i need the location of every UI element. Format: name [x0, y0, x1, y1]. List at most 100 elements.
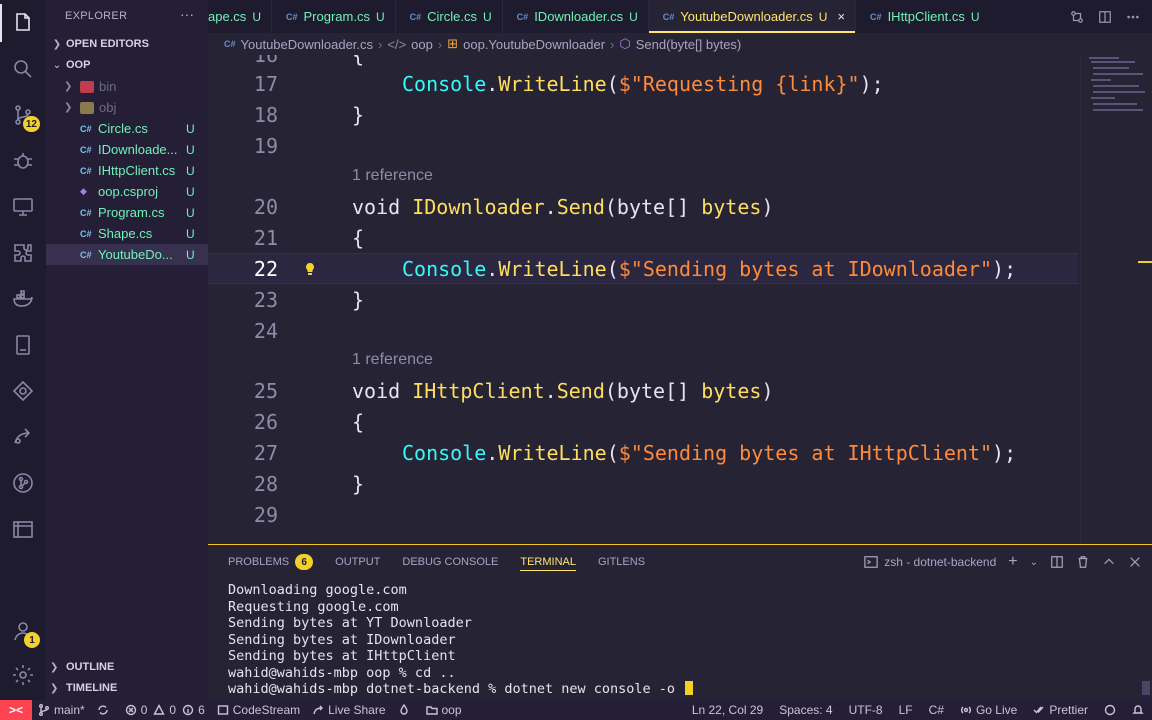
notebook-icon[interactable]	[0, 322, 46, 368]
problems-badge: 6	[295, 554, 314, 570]
tab-output[interactable]: OUTPUT	[335, 545, 380, 579]
live-share-icon[interactable]	[0, 414, 46, 460]
terminal-output[interactable]: Downloading google.com Requesting google…	[228, 582, 694, 698]
csproj-file-icon: ◆	[80, 186, 87, 196]
accounts-icon[interactable]: 1	[0, 608, 46, 654]
maximize-panel-icon[interactable]	[1102, 555, 1116, 569]
sync-button[interactable]	[97, 704, 113, 716]
tree-item-label: Circle.cs	[98, 121, 148, 136]
tree-item-circle[interactable]: C# Circle.cs U	[46, 118, 208, 139]
bell-icon[interactable]	[1132, 704, 1144, 716]
tree-item-youtubedownloader[interactable]: C# YoutubeDo... U	[46, 244, 208, 265]
breadcrumb-namespace[interactable]: oop	[411, 37, 433, 52]
close-icon[interactable]	[1128, 555, 1142, 569]
git-branch-icon	[39, 704, 49, 716]
outline-section[interactable]: ❯ OUTLINE	[50, 657, 114, 677]
codestream-button[interactable]: CodeStream	[217, 703, 300, 717]
breadcrumb-file[interactable]: YoutubeDownloader.cs	[241, 37, 374, 52]
terminal-selector[interactable]: zsh - dotnet-backend	[864, 555, 996, 569]
settings-gear-icon[interactable]	[0, 652, 46, 698]
line-ending[interactable]: LF	[899, 703, 913, 717]
codelens-reference[interactable]: 1 reference	[352, 167, 433, 185]
docker-icon[interactable]	[0, 276, 46, 322]
close-tab-icon[interactable]: ×	[837, 9, 845, 24]
terminal-line: Requesting google.com	[228, 598, 399, 615]
tree-item-idownloader[interactable]: C# IDownloade... U	[46, 139, 208, 160]
tab-gitlens[interactable]: GITLENS	[598, 545, 645, 579]
remote-indicator[interactable]: ><	[0, 700, 32, 720]
trash-icon[interactable]	[1076, 555, 1090, 569]
breadcrumb-class[interactable]: oop.YoutubeDownloader	[463, 37, 605, 52]
tab-shape[interactable]: ape.cs U	[208, 0, 272, 33]
terminal-input[interactable]: wahid@wahids-mbp dotnet-backend % dotnet…	[228, 681, 683, 697]
code-line: 20 void IDownloader.Send(byte[] bytes)	[208, 191, 1078, 222]
split-terminal-icon[interactable]	[1050, 555, 1064, 569]
csharp-file-icon: C#	[516, 11, 529, 22]
tab-problems[interactable]: PROBLEMS 6	[228, 545, 314, 579]
open-editors-section[interactable]: ❯ OPEN EDITORS	[50, 34, 149, 54]
breadcrumb-method[interactable]: Send(byte[] bytes)	[636, 37, 742, 52]
error-count: 0	[140, 703, 148, 717]
window-icon[interactable]	[0, 506, 46, 552]
tree-item-label: bin	[99, 79, 117, 94]
tab-youtubedownloader[interactable]: C# YoutubeDownloader.cs U ×	[648, 0, 857, 33]
tree-item-label: obj	[99, 100, 117, 115]
encoding[interactable]: UTF-8	[849, 703, 883, 717]
codelens-reference[interactable]: 1 reference	[352, 351, 433, 369]
git-graph-icon[interactable]	[0, 460, 46, 506]
split-editor-icon[interactable]	[1098, 10, 1112, 24]
chevron-down-icon[interactable]: ⌄	[1030, 557, 1038, 568]
feedback-icon[interactable]	[1104, 704, 1116, 716]
line-number: 27	[253, 440, 278, 465]
chevron-right-icon: ❯	[50, 661, 59, 673]
folder-root-oop[interactable]: ⌄ OOP	[50, 55, 91, 75]
flame-button[interactable]	[398, 704, 414, 716]
cursor-position[interactable]: Ln 22, Col 29	[692, 703, 763, 717]
terminal-scrollbar[interactable]	[1142, 681, 1150, 695]
code-line: 28 }	[208, 468, 1078, 499]
folder-icon	[425, 706, 438, 715]
extensions-icon[interactable]	[0, 230, 46, 276]
search-icon[interactable]	[0, 46, 46, 92]
compare-changes-icon[interactable]	[1070, 10, 1084, 24]
tree-item-csproj[interactable]: ◆ oop.csproj U	[46, 181, 208, 202]
more-actions-icon[interactable]	[1126, 10, 1140, 24]
debug-icon[interactable]	[0, 138, 46, 184]
code-line: 25 void IHttpClient.Send(byte[] bytes)	[208, 375, 1078, 406]
tree-item-obj[interactable]: ❯ obj	[46, 97, 208, 118]
code-line: 18 }	[208, 99, 1078, 130]
indentation[interactable]: Spaces: 4	[779, 703, 832, 717]
tab-label: OUTPUT	[335, 556, 381, 568]
explorer-icon[interactable]	[0, 0, 46, 46]
csharp-file-icon: C#	[409, 11, 422, 22]
code-editor[interactable]: 16 { 17 Console.WriteLine($"Requesting {…	[208, 55, 1152, 544]
tab-terminal[interactable]: TERMINAL	[520, 545, 576, 579]
gitlens-icon[interactable]	[0, 368, 46, 414]
tree-item-ihttpclient[interactable]: C# IHttpClient.cs U	[46, 160, 208, 181]
minimap[interactable]	[1080, 55, 1152, 544]
problems-indicator[interactable]: 0 0 6	[125, 703, 205, 717]
liveshare-button[interactable]: Live Share	[312, 703, 386, 717]
tree-item-shape[interactable]: C# Shape.cs U	[46, 223, 208, 244]
tab-debug-console[interactable]: DEBUG CONSOLE	[402, 545, 498, 579]
tree-item-program[interactable]: C# Program.cs U	[46, 202, 208, 223]
timeline-section[interactable]: ❯ TIMELINE	[50, 678, 117, 698]
language-mode[interactable]: C#	[929, 703, 944, 717]
tab-idownloader[interactable]: C# IDownloader.cs U	[503, 0, 649, 33]
source-control-icon[interactable]: 12	[0, 92, 46, 138]
tab-program[interactable]: C# Program.cs U	[272, 0, 396, 33]
status-bar: >< main* 0 0 6 CodeStream Live Share oop…	[0, 700, 1152, 720]
go-live-button[interactable]: Go Live	[960, 703, 1017, 717]
prettier-button[interactable]: Prettier	[1033, 703, 1088, 717]
lightbulb-icon[interactable]	[304, 262, 316, 276]
more-actions-icon[interactable]: ···	[180, 6, 194, 22]
line-number: 28	[253, 471, 278, 496]
terminal-line: Sending bytes at IHttpClient	[228, 648, 456, 664]
tree-item-bin[interactable]: ❯ bin	[46, 76, 208, 97]
remote-explorer-icon[interactable]	[0, 184, 46, 230]
tab-circle[interactable]: C# Circle.cs U	[396, 0, 503, 33]
folder-indicator[interactable]: oop	[425, 703, 462, 717]
branch-indicator[interactable]: main*	[38, 703, 85, 717]
tab-ihttpclient[interactable]: C# IHttpClient.cs U	[856, 0, 990, 33]
new-terminal-icon[interactable]: +	[1008, 553, 1017, 571]
